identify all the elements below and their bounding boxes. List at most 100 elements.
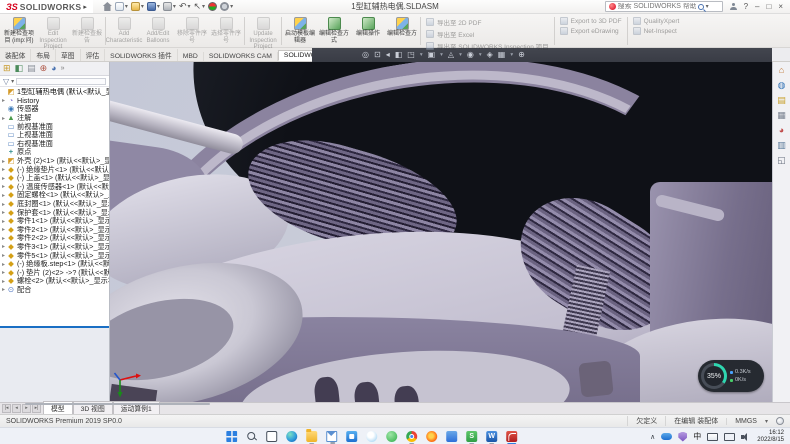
- rebuild-button[interactable]: [208, 2, 217, 11]
- horizontal-scrollbar[interactable]: [25, 403, 210, 405]
- network-monitor-icon[interactable]: [724, 433, 735, 441]
- section-view-icon[interactable]: ◧: [395, 51, 403, 59]
- tree-item-mates[interactable]: ▸⊙配合: [0, 286, 109, 295]
- tree-item-part[interactable]: ▸◆零件5<1> (默认<<默认>_显示状态: [0, 251, 109, 260]
- appearances-icon[interactable]: ◕: [779, 126, 784, 135]
- defender-shield-icon[interactable]: [678, 432, 687, 442]
- edit-inspection-method-button[interactable]: 编辑检查方式: [317, 15, 351, 47]
- tree-item-part[interactable]: ▸◆零件1<1> (默认<<默认>_显示状态: [0, 217, 109, 226]
- export-excel-button[interactable]: 导出至 Excel: [426, 29, 549, 39]
- expand-arrow-icon[interactable]: ▸: [0, 175, 7, 182]
- scroll-first-button[interactable]: |◂: [2, 404, 11, 413]
- tree-root[interactable]: ◩1型缸辅热电偶 (默认<默认_显示状态-1: [0, 88, 109, 97]
- expand-arrow-icon[interactable]: ▸: [0, 278, 7, 285]
- tree-item-part[interactable]: ▸◆(-) 上盖<1> (默认<<默认>_显示状: [0, 174, 109, 183]
- configuration-manager-tab[interactable]: ▤: [27, 64, 36, 73]
- zoom-area-icon[interactable]: ⊡: [374, 51, 381, 59]
- keyboard-icon[interactable]: [707, 433, 718, 441]
- tab-addins[interactable]: SOLIDWORKS 插件: [105, 49, 178, 61]
- tree-item-part[interactable]: ▸◆底封圈<1> (默认<<默认>_显示状: [0, 200, 109, 209]
- expand-arrow-icon[interactable]: ▸: [0, 269, 7, 276]
- login-user-icon[interactable]: [730, 3, 737, 10]
- property-manager-tab[interactable]: ◧: [15, 64, 24, 73]
- mail-icon[interactable]: [326, 431, 337, 442]
- tree-item-part[interactable]: ▸◆零件3<1> (默认<<默认>_显示状态: [0, 243, 109, 252]
- scroll-right-button[interactable]: ▸: [22, 404, 31, 413]
- launch-template-editor-button[interactable]: 启动模板编辑器: [283, 15, 317, 47]
- update-inspection-project-button[interactable]: Update Inspection Project: [246, 15, 280, 47]
- solidworks-logo[interactable]: ЗS SOLIDWORKS ▸: [0, 0, 93, 13]
- search-caret-icon[interactable]: ▾: [706, 3, 709, 10]
- help-search-box[interactable]: ▾: [605, 1, 723, 12]
- tree-item-part[interactable]: ▸◆(-) 绝缘垫片<1> (默认<<默认>_显: [0, 165, 109, 174]
- previous-view-icon[interactable]: ◂: [386, 51, 390, 59]
- home-button[interactable]: [103, 2, 112, 11]
- expand-arrow-icon[interactable]: ▸: [0, 115, 7, 122]
- tray-chevron-up-icon[interactable]: ∧: [650, 433, 655, 441]
- save-button[interactable]: ▾: [147, 2, 160, 11]
- filter-funnel-icon[interactable]: ▽: [3, 77, 9, 86]
- word-icon[interactable]: W: [486, 431, 497, 442]
- status-help-icon[interactable]: [776, 417, 784, 425]
- expand-arrow-icon[interactable]: ▸: [0, 183, 7, 190]
- export-inspection-project-button[interactable]: 导出至 SOLIDWORKS Inspection 项目: [426, 41, 549, 51]
- add-edit-balloons-button[interactable]: Add/Edit Balloons: [141, 15, 175, 47]
- select-button[interactable]: ↖▾: [194, 2, 206, 11]
- tree-item-annotations[interactable]: ▸▲注解: [0, 114, 109, 123]
- solidworks-taskbar-icon[interactable]: [506, 431, 517, 442]
- net-inspect-button[interactable]: Net-Inspect: [633, 27, 680, 35]
- expand-arrow-icon[interactable]: ▸: [0, 286, 7, 293]
- status-units[interactable]: MMGS: [726, 418, 765, 425]
- display-style-icon[interactable]: ◬: [448, 51, 454, 59]
- undo-button[interactable]: ↶▾: [179, 2, 191, 11]
- tree-item-top-plane[interactable]: ▭上视基准面: [0, 131, 109, 140]
- caret-icon[interactable]: ▾: [459, 52, 462, 58]
- tab-layout[interactable]: 布局: [31, 49, 56, 61]
- tab-mbd[interactable]: MBD: [178, 52, 204, 61]
- expand-arrow-icon[interactable]: ▸: [0, 261, 7, 268]
- tree-item-history[interactable]: ▸◔History: [0, 97, 109, 106]
- clock[interactable]: 16:12 2022/8/15: [757, 430, 784, 443]
- file-explorer-icon[interactable]: [306, 431, 317, 442]
- weather-app-icon[interactable]: [366, 431, 377, 442]
- tree-item-part[interactable]: ▸◆(-) 温度传感器<1> (默认<<默认>_: [0, 183, 109, 192]
- expand-arrow-icon[interactable]: ▸: [0, 235, 7, 242]
- tab-evaluate[interactable]: 评估: [81, 49, 106, 61]
- export-2d-pdf-button[interactable]: 导出至 2D PDF: [426, 17, 549, 27]
- qualityxpert-button[interactable]: QualityXpert: [633, 17, 680, 25]
- view-settings-icon[interactable]: ⊕: [518, 51, 525, 59]
- design-library-icon[interactable]: ◍: [778, 81, 786, 90]
- tab-assembly[interactable]: 装配体: [0, 49, 31, 61]
- options-button[interactable]: ▾: [220, 2, 233, 11]
- view-palette-icon[interactable]: ▦: [777, 111, 786, 120]
- scroll-left-button[interactable]: ◂: [12, 404, 21, 413]
- tree-item-right-plane[interactable]: ▭右视基准面: [0, 140, 109, 149]
- task-view-icon[interactable]: [266, 431, 277, 442]
- microsoft-store-icon[interactable]: [346, 431, 357, 442]
- tab-solidworks-cam[interactable]: SOLIDWORKS CAM: [204, 52, 278, 61]
- menu-expand-arrow-icon[interactable]: ▸: [83, 3, 87, 11]
- volume-icon[interactable]: [741, 433, 751, 441]
- export-edrawing-button[interactable]: Export eDrawing: [560, 27, 622, 35]
- caret-icon[interactable]: ▾: [510, 52, 513, 58]
- search-input[interactable]: [618, 3, 696, 10]
- tree-item-part[interactable]: ▸◆(-) 垫片 (2)<2> ->? (默认<<默认: [0, 268, 109, 277]
- taskbar-search-icon[interactable]: [246, 431, 257, 442]
- zoom-fit-icon[interactable]: ◎: [362, 51, 369, 59]
- search-icon[interactable]: [698, 4, 704, 10]
- expand-arrow-icon[interactable]: ▸: [0, 97, 7, 104]
- edit-appearance-icon[interactable]: ◈: [487, 51, 493, 59]
- restore-button[interactable]: □: [766, 3, 771, 11]
- tree-item-origin[interactable]: +原点: [0, 148, 109, 157]
- messenger-app-icon[interactable]: [386, 431, 397, 442]
- home-icon[interactable]: ⌂: [779, 66, 784, 75]
- forum-icon[interactable]: ◱: [777, 156, 786, 165]
- file-explorer-icon[interactable]: ▤: [777, 96, 786, 105]
- tree-item-part[interactable]: ▸◆(-) 绝缘板.step<1> (默认<<默认: [0, 260, 109, 269]
- tree-item-part[interactable]: ▸◩外壳 (2)<1> (默认<<默认>_显示状: [0, 157, 109, 166]
- tab-sketch[interactable]: 草图: [56, 49, 81, 61]
- expand-arrow-icon[interactable]: ▸: [0, 252, 7, 259]
- view-orientation-icon[interactable]: ▣: [428, 51, 436, 59]
- notes-app-icon[interactable]: [446, 431, 457, 442]
- custom-properties-icon[interactable]: ▥: [777, 141, 786, 150]
